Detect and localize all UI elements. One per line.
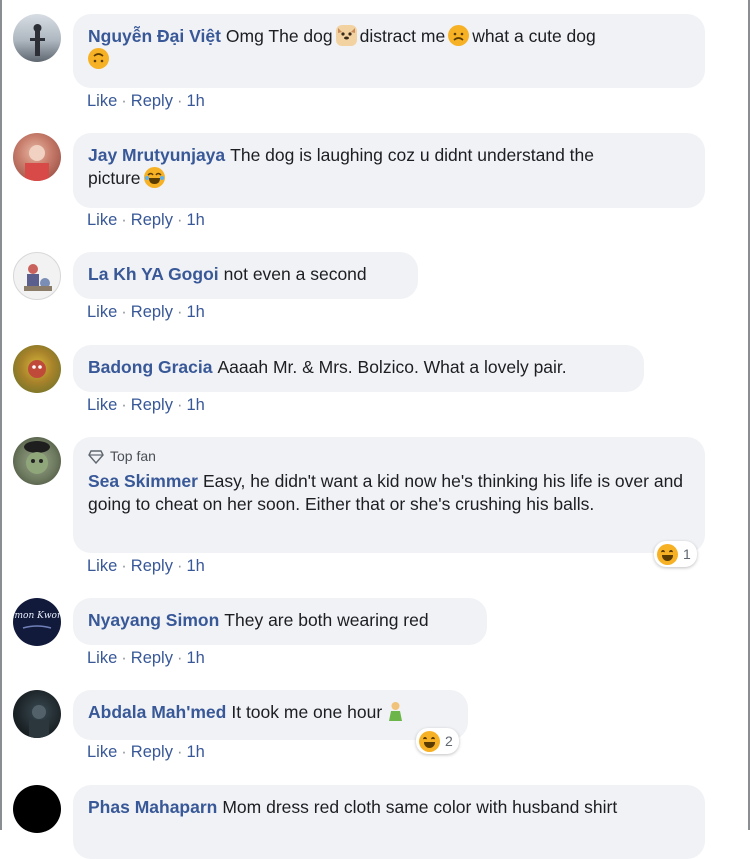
comment-text: Omg The dog [225,26,333,46]
reaction-count: 1 [683,546,691,562]
comment-author[interactable]: Phas Mahaparn [88,797,217,817]
reply-link[interactable]: Reply [131,743,173,761]
like-link[interactable]: Like [87,92,117,110]
comment-actions: Like · Reply · 1h [87,743,205,761]
tears-of-joy-emoji-icon [143,167,165,188]
profile-photo-icon [25,145,49,181]
comment-actions: Like · Reply · 1h [87,303,205,321]
timestamp-link[interactable]: 1h [186,303,204,321]
comment-author[interactable]: Sea Skimmer [88,471,198,491]
avatar[interactable] [13,345,61,393]
comment-author[interactable]: Jay Mrutyunjaya [88,145,225,165]
like-link[interactable]: Like [87,396,117,414]
comment-author[interactable]: Nyayang Simon [88,610,219,630]
comment-text: The dog is laughing coz u didnt understa… [230,145,595,165]
timestamp-link[interactable]: 1h [186,92,204,110]
timestamp-link[interactable]: 1h [186,557,204,575]
reply-link[interactable]: Reply [131,649,173,667]
comment-text: distract me [359,26,446,46]
avatar[interactable] [13,133,61,181]
comment-actions: Like · Reply · 1h [87,92,205,110]
like-link[interactable]: Like [87,303,117,321]
profile-photo-icon [24,264,52,291]
timestamp-link[interactable]: 1h [186,211,204,229]
avatar-text: Simon Kwong [13,611,61,621]
reply-link[interactable]: Reply [131,557,173,575]
reaction-summary[interactable]: 1 [654,541,697,567]
comment-text: They are both wearing red [224,610,429,630]
person-silhouette-icon [30,24,45,56]
profile-photo-icon [24,441,50,474]
profile-photo-icon [29,705,49,738]
reply-link[interactable]: Reply [131,396,173,414]
comment-author[interactable]: Badong Gracia [88,357,212,377]
reply-link[interactable]: Reply [131,92,173,110]
timestamp-link[interactable]: 1h [186,396,204,414]
avatar[interactable] [13,252,61,300]
comment-bubble: Jay Mrutyunjaya The dog is laughing coz u… [73,133,705,208]
avatar[interactable] [13,785,61,833]
profile-photo-icon: Simon Kwong [13,611,61,629]
comment-bubble: Phas Mahaparn Mom dress red cloth same co… [73,785,705,859]
comment-actions: Like · Reply · 1h [87,396,205,414]
comment-bubble: Nyayang Simon They are both wearing red [73,598,487,645]
haha-reaction-icon [419,730,440,752]
comment-actions: Like · Reply · 1h [87,211,205,229]
reply-link[interactable]: Reply [131,303,173,321]
comment-actions: Like · Reply · 1h [87,557,205,575]
window-edge-left [0,0,2,830]
like-link[interactable]: Like [87,743,117,761]
avatar[interactable]: Simon Kwong [13,598,61,646]
comment-bubble: Badong Gracia Aaaah Mr. & Mrs. Bolzico. W… [73,345,644,392]
worried-face-emoji-icon [448,25,470,46]
haha-reaction-icon [657,543,678,565]
comment-author[interactable]: La Kh YA Gogoi [88,264,219,284]
upside-down-face-emoji-icon [88,48,109,69]
like-link[interactable]: Like [87,557,117,575]
comment-author[interactable]: Abdala Mah'med [88,702,226,722]
comment-text: not even a second [223,264,367,284]
diamond-icon [88,449,104,464]
avatar[interactable] [13,14,61,62]
timestamp-link[interactable]: 1h [186,649,204,667]
avatar[interactable] [13,437,61,485]
comment-text: Mom dress red cloth same color with husb… [222,797,618,817]
reaction-summary[interactable]: 2 [416,728,459,754]
comment-actions: Like · Reply · 1h [87,649,205,667]
comment-bubble: La Kh YA Gogoi not even a second [73,252,418,299]
comment-bubble: Nguyễn Đại Việt Omg The dog distract me wha… [73,14,705,88]
comment-text: what a cute dog [472,26,596,46]
person-emoji-icon [385,701,406,722]
comment-text: picture [88,168,141,188]
comment-text: It took me one hour [231,702,383,722]
like-link[interactable]: Like [87,649,117,667]
comment-text: Aaaah Mr. & Mrs. Bolzico. What a lovely … [217,357,567,377]
timestamp-link[interactable]: 1h [186,743,204,761]
reaction-count: 2 [445,733,453,749]
like-link[interactable]: Like [87,211,117,229]
comment-bubble: Top fan Sea Skimmer Easy, he didn't want … [73,437,705,553]
reply-link[interactable]: Reply [131,211,173,229]
top-fan-badge: Top fan [88,445,689,468]
comment-bubble: Abdala Mah'med It took me one hour [73,690,468,740]
top-fan-label: Top fan [110,448,156,464]
dog-face-emoji-icon [335,25,357,46]
profile-photo-icon [28,360,46,378]
comment-author[interactable]: Nguyễn Đại Việt [88,26,221,46]
avatar[interactable] [13,690,61,738]
